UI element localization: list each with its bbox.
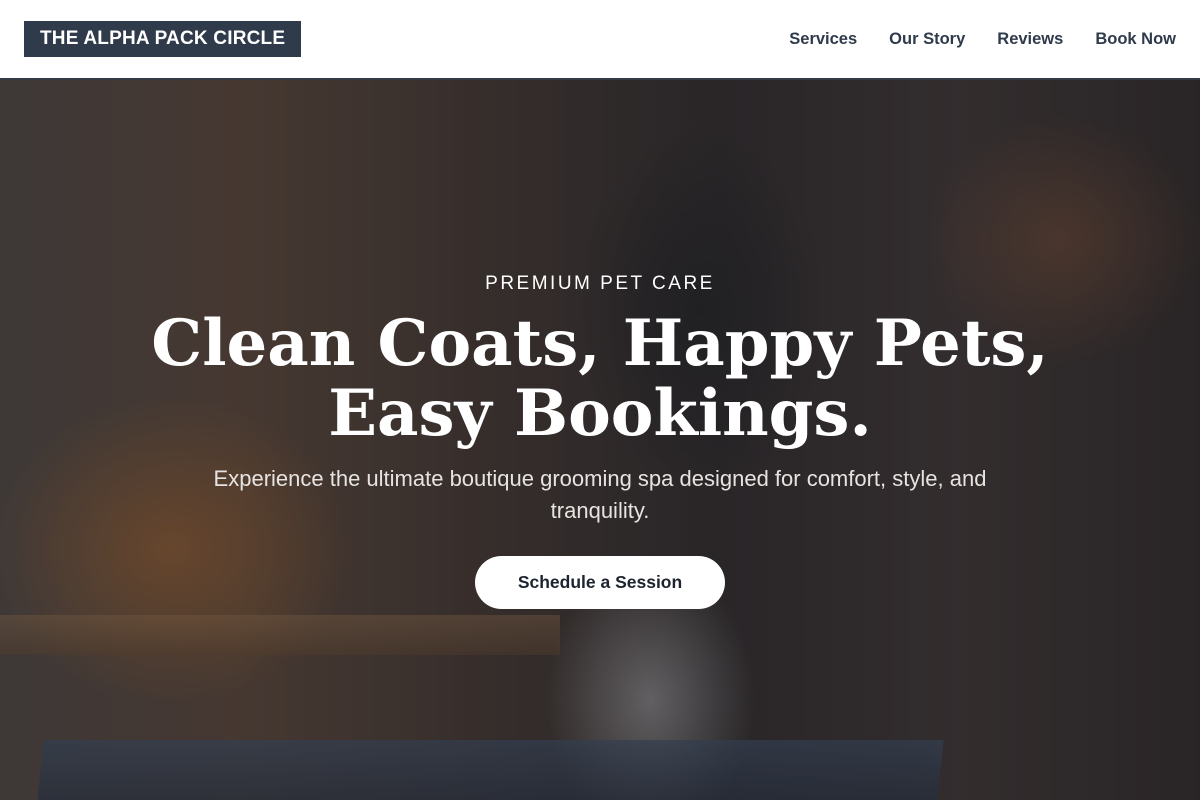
hero-headline: Clean Coats, Happy Pets, Easy Bookings. (150, 309, 1050, 449)
nav-link-our-story[interactable]: Our Story (889, 30, 965, 49)
hero-subtext: Experience the ultimate boutique groomin… (213, 466, 987, 523)
nav-link-services[interactable]: Services (789, 30, 857, 49)
site-logo[interactable]: THE ALPHA PACK CIRCLE (24, 21, 302, 57)
hero-headline-line-1: Clean Coats, Happy Pets, (151, 306, 1049, 381)
main-nav: Services Our Story Reviews Book Now (757, 30, 1176, 49)
nav-link-reviews[interactable]: Reviews (997, 30, 1063, 49)
nav-link-book-now[interactable]: Book Now (1095, 30, 1176, 49)
hero-section: PREMIUM PET CARE Clean Coats, Happy Pets… (0, 80, 1200, 800)
hero-headline-line-2: Easy Bookings. (328, 376, 872, 451)
site-header: THE ALPHA PACK CIRCLE Services Our Story… (0, 0, 1200, 80)
hero-content: PREMIUM PET CARE Clean Coats, Happy Pets… (0, 80, 1200, 800)
schedule-session-button[interactable]: Schedule a Session (475, 556, 725, 609)
hero-eyebrow: PREMIUM PET CARE (485, 273, 715, 294)
